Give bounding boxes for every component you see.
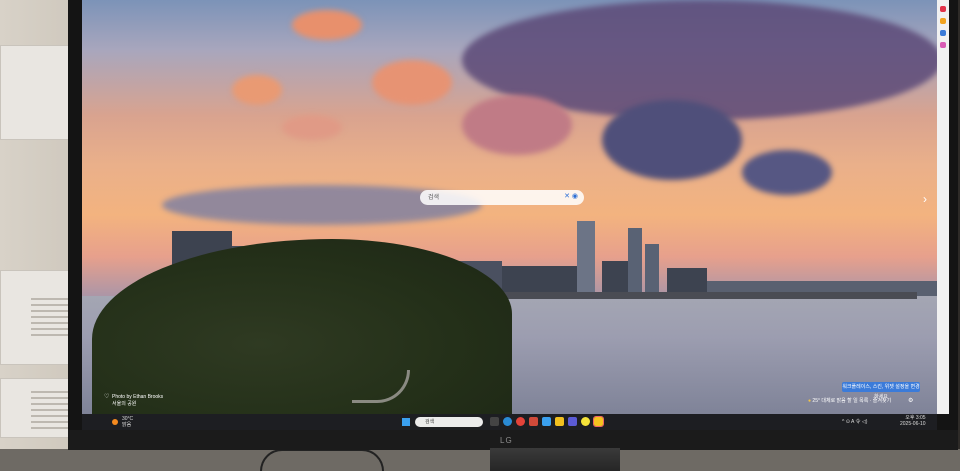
cloud xyxy=(292,10,362,40)
clock-date: 2025-06-10 xyxy=(900,421,926,427)
chevron-right-icon[interactable]: › xyxy=(923,192,927,206)
close-icon[interactable]: ✕ xyxy=(564,193,570,200)
cloud xyxy=(602,100,742,180)
taskbar-weather-desc: 맑음 xyxy=(122,422,132,428)
edge-icon[interactable] xyxy=(503,417,512,426)
taskbar-weather[interactable]: 30°C 맑음 xyxy=(122,416,133,428)
app-icon[interactable] xyxy=(581,417,590,426)
wallpaper-search-box[interactable]: 검색 ✕ ◉ xyxy=(420,190,584,205)
cloud xyxy=(372,60,452,105)
shelf xyxy=(0,270,78,365)
windows-icon[interactable] xyxy=(402,418,410,426)
search-placeholder: 검색 xyxy=(428,195,440,201)
task-view-icon[interactable] xyxy=(490,417,499,426)
taskbar-clock[interactable]: 오후 3:05 2025-06-10 xyxy=(900,415,926,427)
taskbar: 30°C 맑음 검색 ^ ⊙ A 令 ◁) 오후 3:05 2025-06-10 xyxy=(82,414,937,430)
cable xyxy=(260,449,384,471)
cloud xyxy=(282,115,342,140)
file-explorer-icon[interactable] xyxy=(555,417,564,426)
weather-feed-text[interactable]: 할 일 목록 · 즐겨찾기 xyxy=(847,398,891,404)
app-icon[interactable] xyxy=(568,417,577,426)
monitor-stand xyxy=(490,448,620,471)
shelf xyxy=(0,45,78,140)
chrome-icon[interactable] xyxy=(516,417,525,426)
taskbar-pinned-apps xyxy=(490,416,604,427)
cloud xyxy=(742,150,832,195)
cloud xyxy=(232,75,282,105)
system-tray[interactable]: ^ ⊙ A 令 ◁) xyxy=(842,418,867,425)
desktop-wallpaper: 검색 ✕ ◉ › ♡ Photo by Ethan Brooks 서울의 공원 … xyxy=(82,0,937,414)
park-trees xyxy=(92,239,512,414)
heart-icon[interactable]: ♡ xyxy=(104,394,109,401)
weather-widget[interactable]: ● 25° 대체로 맑음 할 일 목록 · 즐겨찾기 xyxy=(808,397,891,404)
kakaotalk-icon[interactable] xyxy=(593,416,604,427)
sun-icon: ● xyxy=(808,398,812,404)
customize-notice-button[interactable]: 워크플레이스, 스킨, 위젯 설정을 변경하세요 xyxy=(842,382,920,400)
settings-icon[interactable]: ⚙ xyxy=(908,397,913,404)
vent xyxy=(31,389,71,429)
app-icon[interactable] xyxy=(529,417,538,426)
sidebar-app-icon[interactable] xyxy=(940,18,946,24)
vent xyxy=(31,296,71,336)
photo-credit-author[interactable]: Photo by Ethan Brooks xyxy=(112,394,163,401)
mic-icon[interactable]: ◉ xyxy=(572,193,578,200)
desk xyxy=(0,449,960,471)
browser-sidebar xyxy=(937,0,949,414)
tower xyxy=(645,244,659,296)
sidebar-app-icon[interactable] xyxy=(940,42,946,48)
app-icon[interactable] xyxy=(542,417,551,426)
sidebar-app-icon[interactable] xyxy=(940,30,946,36)
shelf xyxy=(0,378,78,438)
monitor-chin xyxy=(68,430,958,450)
weather-icon[interactable] xyxy=(112,419,118,425)
taskbar-search-input[interactable]: 검색 xyxy=(415,417,483,427)
weather-text: 25° 대체로 맑음 xyxy=(812,398,846,404)
photo-credit-location: 서울의 공원 xyxy=(112,401,137,407)
tower-63 xyxy=(577,221,595,296)
photo-credit: ♡ Photo by Ethan Brooks 서울의 공원 xyxy=(104,394,163,408)
monitor-brand-logo: LG xyxy=(500,436,513,445)
search-actions[interactable]: ✕ ◉ xyxy=(564,192,578,200)
sidebar-app-icon[interactable] xyxy=(940,6,946,12)
tower xyxy=(628,228,642,296)
cloud xyxy=(462,95,572,155)
